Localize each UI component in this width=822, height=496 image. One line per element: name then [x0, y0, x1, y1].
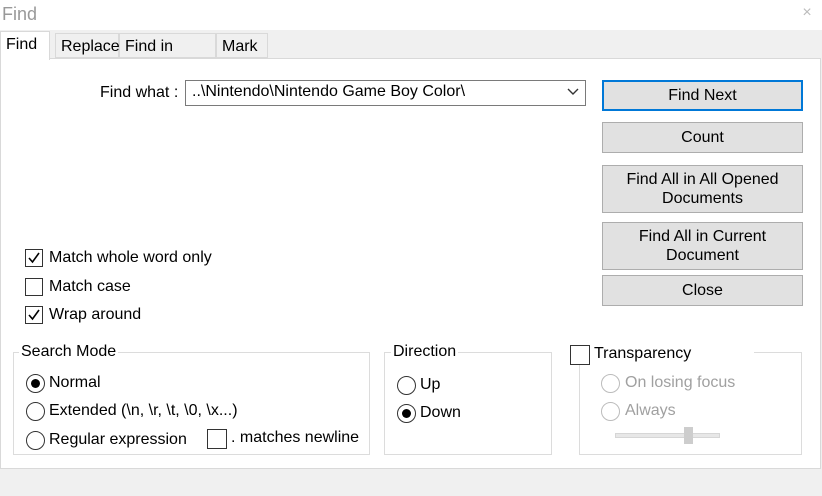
- normal-label[interactable]: Normal: [49, 374, 101, 392]
- on-losing-focus-label: On losing focus: [625, 374, 736, 391]
- transparency-checkbox[interactable]: [570, 345, 590, 365]
- find-next-label: Find Next: [668, 87, 737, 104]
- title-bar: [0, 0, 822, 30]
- up-label[interactable]: Up: [420, 376, 440, 394]
- tab-find[interactable]: Find: [0, 31, 50, 60]
- find-all-current-label-line2: Document: [666, 247, 739, 264]
- matches-newline-checkbox[interactable]: [207, 429, 227, 449]
- regex-radio[interactable]: [26, 431, 45, 450]
- extended-label[interactable]: Extended (\n, \r, \t, \0, \x...): [49, 402, 238, 420]
- transparency-slider-track[interactable]: [615, 433, 720, 438]
- tab-find-in-files[interactable]: Find in Files: [119, 33, 216, 80]
- transparency-label[interactable]: Transparency: [594, 345, 691, 363]
- close-icon: ×: [802, 4, 812, 21]
- match-case-checkbox[interactable]: [25, 278, 43, 296]
- extended-radio[interactable]: [26, 402, 45, 421]
- find-all-opened-label-line2: Documents: [662, 190, 743, 207]
- matches-newline-label[interactable]: . matches newline: [231, 429, 359, 447]
- wrap-around-checkbox[interactable]: [25, 306, 43, 324]
- find-what-value: ..\Nintendo\Nintendo Game Boy Color\: [192, 83, 466, 100]
- find-what-combobox[interactable]: ..\Nintendo\Nintendo Game Boy Color\: [185, 80, 586, 106]
- wrap-around-label[interactable]: Wrap around: [49, 306, 141, 324]
- status-strip: [0, 469, 822, 496]
- match-whole-word-label[interactable]: Match whole word only: [49, 249, 212, 267]
- on-losing-focus-radio[interactable]: [601, 374, 620, 393]
- close-label: Close: [682, 282, 723, 299]
- close-window-button[interactable]: ×: [792, 0, 822, 26]
- find-all-opened-button[interactable]: Find All in All Opened Documents: [602, 165, 803, 213]
- find-what-label: Find what :: [100, 84, 179, 101]
- regex-label[interactable]: Regular expression: [49, 431, 187, 449]
- always-label: Always: [625, 402, 676, 419]
- chevron-down-icon[interactable]: [567, 87, 579, 97]
- match-case-label[interactable]: Match case: [49, 278, 131, 296]
- find-all-current-label-line1: Find All in Current: [638, 228, 767, 245]
- direction-legend: Direction: [391, 343, 459, 361]
- close-button[interactable]: Close: [602, 275, 803, 306]
- count-button[interactable]: Count: [602, 122, 803, 153]
- tab-replace[interactable]: Replace: [55, 33, 120, 58]
- always-radio[interactable]: [601, 402, 620, 421]
- search-mode-legend: Search Mode: [19, 343, 119, 361]
- transparency-slider-thumb[interactable]: [684, 427, 693, 444]
- match-whole-word-checkbox[interactable]: [25, 249, 43, 267]
- up-radio[interactable]: [397, 376, 416, 395]
- count-label: Count: [681, 129, 724, 146]
- find-all-opened-label-line1: Find All in All Opened: [626, 171, 779, 188]
- tab-mark[interactable]: Mark: [216, 33, 268, 58]
- down-radio[interactable]: [397, 404, 416, 423]
- find-next-button[interactable]: Find Next: [602, 80, 803, 111]
- find-all-current-button[interactable]: Find All in Current Document: [602, 222, 803, 270]
- checkmark-icon: [28, 252, 40, 264]
- down-label[interactable]: Down: [420, 404, 461, 422]
- checkmark-icon: [28, 309, 40, 321]
- window-title: Find: [2, 4, 38, 24]
- normal-radio[interactable]: [26, 374, 45, 393]
